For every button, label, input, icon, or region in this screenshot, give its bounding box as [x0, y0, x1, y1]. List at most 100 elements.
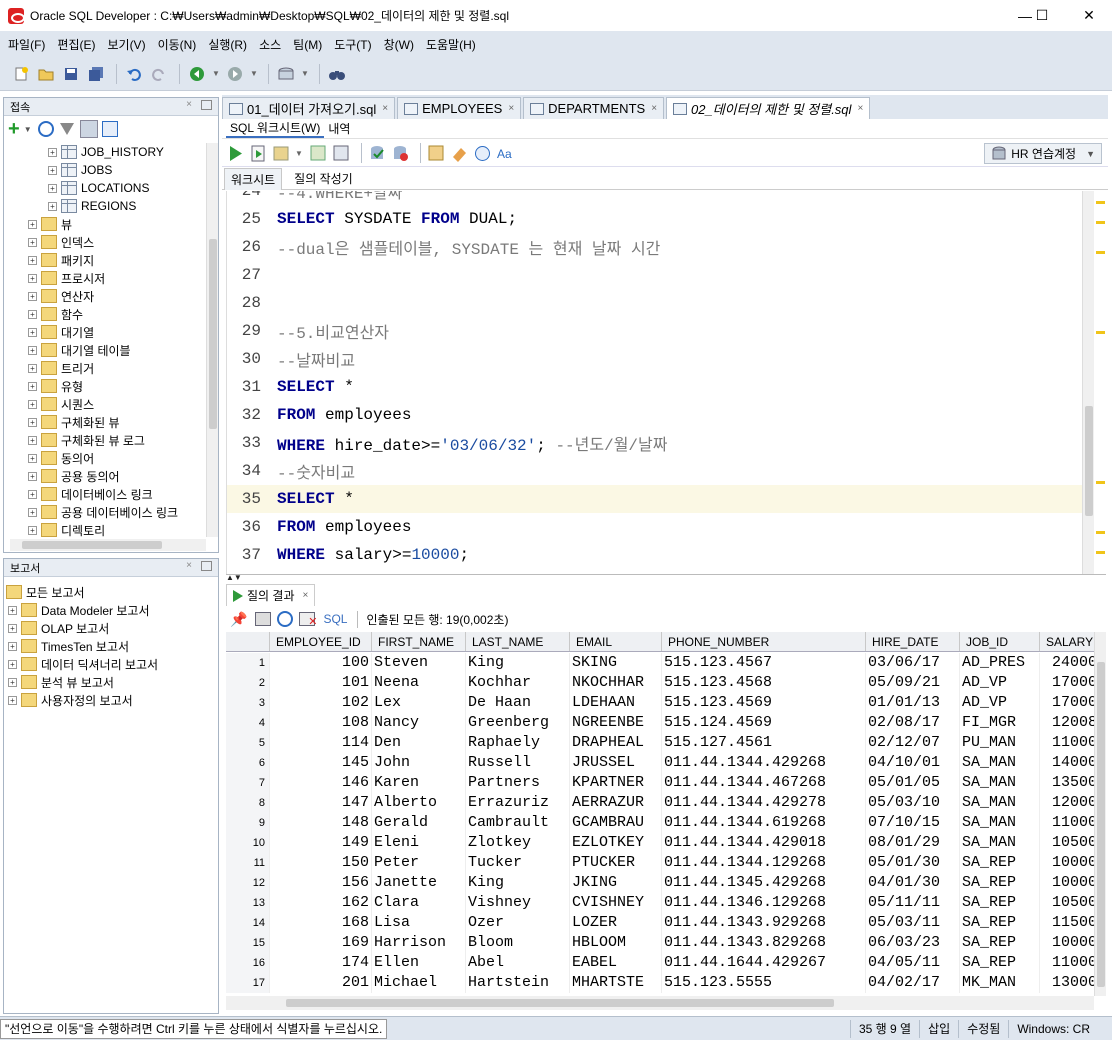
table-cell[interactable]: Hartstein: [466, 973, 570, 993]
expand-icon[interactable]: +: [28, 471, 37, 481]
maximize-button[interactable]: ☐: [1019, 0, 1065, 31]
code-line[interactable]: 30 --날짜비교: [227, 345, 1083, 373]
table-row[interactable]: 5 114 Den Raphaely DRAPHEAL 515.127.4561 02/12…: [226, 733, 1094, 753]
unshared-sql-icon[interactable]: [427, 144, 446, 163]
document-tab[interactable]: EMPLOYEES ×: [397, 97, 522, 119]
expand-icon[interactable]: +: [28, 453, 37, 463]
grid-hscroll[interactable]: [226, 996, 1094, 1010]
table-cell[interactable]: 011.44.1344.467268: [662, 773, 866, 793]
column-header[interactable]: HIRE_DATE: [866, 632, 960, 651]
code-editor[interactable]: 24 --4.WHERE+날짜 25 SELECT SYSDATE FROM DUAL…: [226, 191, 1094, 574]
table-cell[interactable]: 02/08/17: [866, 713, 960, 733]
table-cell[interactable]: 011.44.1344.429278: [662, 793, 866, 813]
table-cell[interactable]: Errazuriz: [466, 793, 570, 813]
report-category[interactable]: + 분석 뷰 보고서: [4, 673, 214, 691]
expand-icon[interactable]: +: [28, 219, 37, 229]
table-cell[interactable]: Eleni: [372, 833, 466, 853]
table-row[interactable]: 6 145 John Russell JRUSSEL 011.44.1344.429268…: [226, 753, 1094, 773]
table-cell[interactable]: 108: [270, 713, 372, 733]
table-row[interactable]: 8 147 Alberto Errazuriz AERRAZUR 011.44.1344.…: [226, 793, 1094, 813]
table-cell[interactable]: 011.44.1343.829268: [662, 933, 866, 953]
table-cell[interactable]: Peter: [372, 853, 466, 873]
code-line[interactable]: 34 --숫자비교: [227, 457, 1083, 485]
tab-query-builder[interactable]: 질의 작성기: [288, 168, 359, 189]
table-cell[interactable]: 515.123.4568: [662, 673, 866, 693]
table-cell[interactable]: SA_MAN: [960, 793, 1040, 813]
expand-icon[interactable]: +: [28, 489, 37, 499]
close-icon[interactable]: ×: [303, 590, 309, 601]
table-cell[interactable]: Ozer: [466, 913, 570, 933]
report-category[interactable]: + OLAP 보고서: [4, 619, 214, 637]
table-cell[interactable]: De Haan: [466, 693, 570, 713]
code-line[interactable]: 27: [227, 261, 1083, 289]
table-row[interactable]: 2 101 Neena Kochhar NKOCHHAR 515.123.4568 05/0…: [226, 673, 1094, 693]
close-icon[interactable]: ×: [857, 103, 863, 114]
table-cell[interactable]: NGREENBE: [570, 713, 662, 733]
document-tab[interactable]: 01_데이터 가져오기.sql ×: [222, 97, 396, 119]
table-cell[interactable]: Raphaely: [466, 733, 570, 753]
table-cell[interactable]: 04/05/11: [866, 953, 960, 973]
refresh-icon[interactable]: [277, 611, 294, 627]
table-cell[interactable]: 02/12/07: [866, 733, 960, 753]
column-header[interactable]: EMPLOYEE_ID: [270, 632, 372, 651]
rollback-icon[interactable]: [391, 144, 410, 163]
tree-node[interactable]: + 유형: [4, 377, 204, 395]
add-connection-icon[interactable]: +: [8, 118, 20, 141]
table-row[interactable]: 14 168 Lisa Ozer LOZER 011.44.1343.929268 05/0…: [226, 913, 1094, 933]
table-row[interactable]: 15 169 Harrison Bloom HBLOOM 011.44.1343.8292…: [226, 933, 1094, 953]
autotrace-icon[interactable]: [272, 144, 291, 163]
table-cell[interactable]: 011.44.1644.429267: [662, 953, 866, 973]
results-grid[interactable]: EMPLOYEE_ID FIRST_NAME LAST_NAME EMAIL PHONE…: [226, 632, 1094, 996]
table-cell[interactable]: JRUSSEL: [570, 753, 662, 773]
report-category[interactable]: + 사용자정의 보고서: [4, 691, 214, 709]
find-binoculars-icon[interactable]: [326, 63, 348, 85]
table-cell[interactable]: 04/10/01: [866, 753, 960, 773]
add-dropdown-icon[interactable]: ▼: [24, 125, 32, 134]
table-cell[interactable]: King: [466, 873, 570, 893]
table-cell[interactable]: 11500: [1040, 913, 1094, 933]
tree-node[interactable]: + 공용 동의어: [4, 467, 204, 485]
commit-icon[interactable]: [368, 144, 387, 163]
table-cell[interactable]: GCAMBRAU: [570, 813, 662, 833]
table-cell[interactable]: 201: [270, 973, 372, 993]
table-cell[interactable]: SA_REP: [960, 933, 1040, 953]
autotrace-dropdown-icon[interactable]: ▼: [295, 149, 303, 158]
code-line[interactable]: 35 SELECT *: [227, 485, 1083, 513]
table-cell[interactable]: SA_REP: [960, 873, 1040, 893]
document-tab[interactable]: DEPARTMENTS ×: [523, 97, 665, 119]
tree-node[interactable]: + 공용 데이터베이스 링크: [4, 503, 204, 521]
connections-vscroll[interactable]: [206, 143, 218, 537]
table-cell[interactable]: SKING: [570, 653, 662, 673]
table-row[interactable]: 17 201 Michael Hartstein MHARTSTE 515.123.555…: [226, 973, 1094, 993]
table-cell[interactable]: EZLOTKEY: [570, 833, 662, 853]
undo-icon[interactable]: [123, 63, 145, 85]
table-cell[interactable]: 05/03/10: [866, 793, 960, 813]
table-row[interactable]: 12 156 Janette King JKING 011.44.1345.429268 0…: [226, 873, 1094, 893]
table-cell[interactable]: 146: [270, 773, 372, 793]
expand-icon[interactable]: +: [8, 641, 17, 651]
table-cell[interactable]: 01/01/13: [866, 693, 960, 713]
table-cell[interactable]: 515.123.4569: [662, 693, 866, 713]
table-cell[interactable]: Cambrault: [466, 813, 570, 833]
close-icon[interactable]: ×: [186, 560, 192, 571]
table-cell[interactable]: Russell: [466, 753, 570, 773]
connections-hscroll[interactable]: [10, 539, 206, 551]
refresh-icon[interactable]: [37, 121, 54, 137]
table-cell[interactable]: SA_MAN: [960, 773, 1040, 793]
expand-icon[interactable]: +: [8, 695, 17, 705]
clear-eraser-icon[interactable]: [450, 144, 469, 163]
table-cell[interactable]: 05/11/11: [866, 893, 960, 913]
minimize-panel-icon[interactable]: [201, 561, 212, 571]
table-cell[interactable]: PU_MAN: [960, 733, 1040, 753]
expand-icon[interactable]: +: [8, 623, 17, 633]
table-cell[interactable]: 03/06/17: [866, 653, 960, 673]
expand-icon[interactable]: +: [28, 417, 37, 427]
tab-worksheet[interactable]: 워크시트: [224, 167, 283, 190]
tree-node[interactable]: + 구체화된 뷰: [4, 413, 204, 431]
explain-plan-icon[interactable]: [309, 144, 328, 163]
table-cell[interactable]: FI_MGR: [960, 713, 1040, 733]
open-folder-icon[interactable]: [35, 63, 57, 85]
expand-icon[interactable]: +: [8, 605, 17, 615]
table-cell[interactable]: Clara: [372, 893, 466, 913]
column-header[interactable]: SALARY: [1040, 632, 1094, 651]
